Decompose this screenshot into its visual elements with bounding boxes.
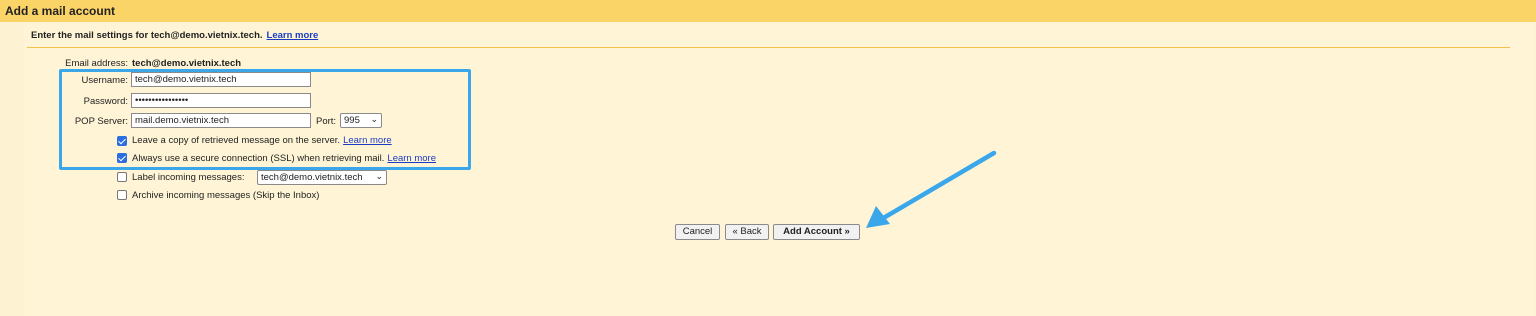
divider bbox=[27, 47, 1510, 48]
intro-message: Enter the mail settings for tech@demo.vi… bbox=[31, 30, 263, 41]
label-incoming-label: Label incoming messages: bbox=[132, 172, 245, 183]
label-incoming-select[interactable]: tech@demo.vietnix.tech ⌄ bbox=[257, 170, 387, 185]
chevron-down-icon: ⌄ bbox=[375, 171, 383, 181]
intro-learn-more-link[interactable]: Learn more bbox=[267, 30, 319, 41]
archive-checkbox[interactable] bbox=[117, 190, 127, 200]
archive-label: Archive incoming messages (Skip the Inbo… bbox=[132, 190, 320, 201]
annotation-arrow-icon bbox=[866, 150, 997, 228]
add-account-button[interactable]: Add Account » bbox=[773, 224, 860, 240]
highlight-box bbox=[59, 69, 471, 170]
dialog-title-bar: Add a mail account bbox=[0, 0, 1536, 22]
label-incoming-checkbox[interactable] bbox=[117, 172, 127, 182]
intro-text: Enter the mail settings for tech@demo.vi… bbox=[31, 30, 318, 41]
back-button[interactable]: « Back bbox=[725, 224, 769, 240]
email-address-label: Email address: bbox=[65, 58, 128, 69]
dialog-title: Add a mail account bbox=[5, 4, 116, 18]
email-address-value: tech@demo.vietnix.tech bbox=[132, 58, 242, 69]
label-incoming-value: tech@demo.vietnix.tech bbox=[261, 172, 363, 183]
cancel-button[interactable]: Cancel bbox=[675, 224, 720, 240]
